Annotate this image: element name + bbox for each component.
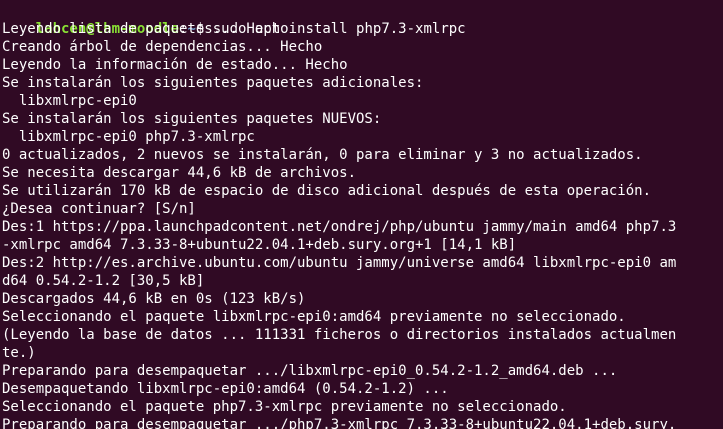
- output-line: -xmlrpc amd64 7.3.33-8+ubuntu22.04.1+deb…: [2, 237, 517, 253]
- output-line: Des:2 http://es.archive.ubuntu.com/ubunt…: [2, 255, 677, 271]
- output-line: Se utilizarán 170 kB de espacio de disco…: [2, 183, 652, 199]
- output-line: Seleccionando el paquete libxmlrpc-epi0:…: [2, 309, 626, 325]
- output-line: libxmlrpc-epi0 php7.3-xmlrpc: [2, 129, 255, 145]
- prompt-line: lahcen@lhm-moodle:~$ sudo apt install ph…: [2, 2, 723, 37]
- output-line: Preparando para desempaquetar .../php7.3…: [2, 417, 677, 429]
- output-line: Desempaquetando libxmlrpc-epi0:amd64 (0.…: [2, 381, 449, 397]
- terminal-window[interactable]: lahcen@lhm-moodle:~$ sudo apt install ph…: [0, 0, 723, 429]
- output-line: d64 0.54.2-1.2 [30,5 kB]: [2, 273, 205, 289]
- output-line: Se necesita descargar 44,6 kB de archivo…: [2, 165, 357, 181]
- output-line: (Leyendo la base de datos ... 111331 fic…: [2, 327, 677, 343]
- output-line: Se instalarán los siguientes paquetes NU…: [2, 111, 382, 127]
- output-line: Preparando para desempaquetar .../libxml…: [2, 363, 618, 379]
- output-line: ¿Desea continuar? [S/n]: [2, 201, 196, 217]
- output-line: libxmlrpc-epi0: [2, 93, 137, 109]
- output-line: 0 actualizados, 2 nuevos se instalarán, …: [2, 147, 643, 163]
- output-line: Des:1 https://ppa.launchpadcontent.net/o…: [2, 219, 677, 235]
- output-line: Leyendo la información de estado... Hech…: [2, 57, 348, 73]
- output-line: Seleccionando el paquete php7.3-xmlrpc p…: [2, 399, 567, 415]
- output-line: Descargados 44,6 kB en 0s (123 kB/s): [2, 291, 306, 307]
- output-line: Creando árbol de dependencias... Hecho: [2, 39, 323, 55]
- output-line: te.): [2, 345, 36, 361]
- output-line: Se instalarán los siguientes paquetes ad…: [2, 75, 424, 91]
